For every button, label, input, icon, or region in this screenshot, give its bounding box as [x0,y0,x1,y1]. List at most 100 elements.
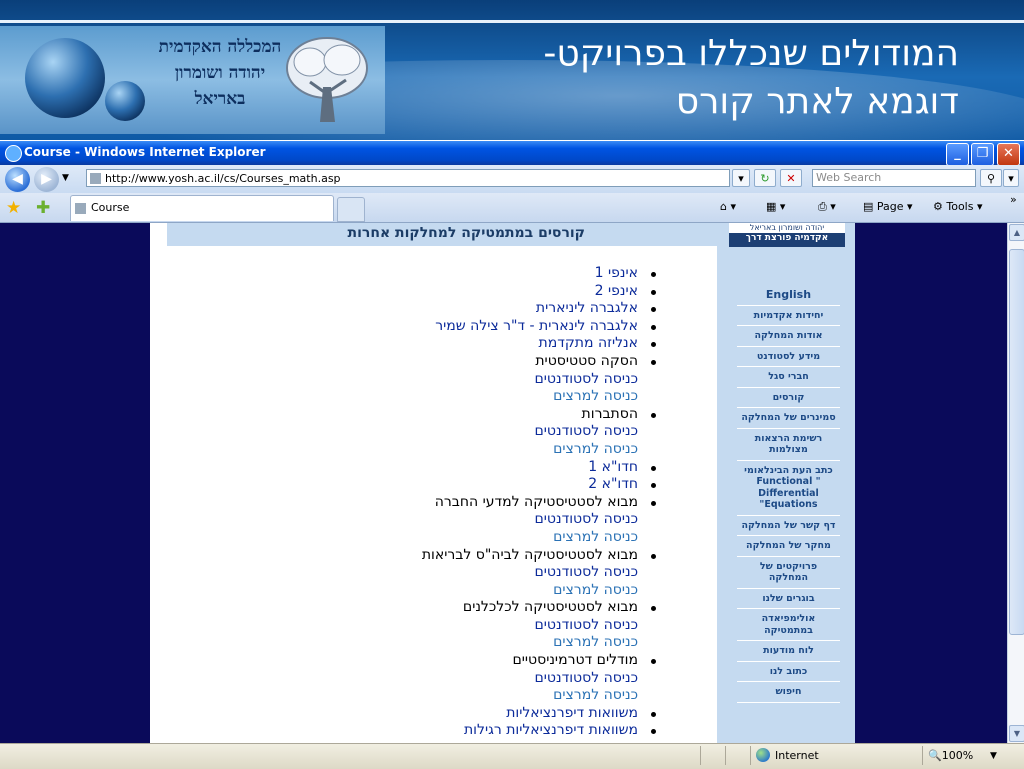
status-divider [750,746,751,765]
header-divider-line [0,20,1024,23]
address-text: http://www.yosh.ac.il/cs/Courses_math.as… [105,172,341,185]
home-icon[interactable]: ⌂ ▾ [720,200,736,213]
sidebar-menu-item[interactable]: סמינרים של המחלקה [737,408,840,429]
address-field[interactable]: http://www.yosh.ac.il/cs/Courses_math.as… [86,169,730,187]
logo-line-3: באריאל [194,89,246,109]
student-entry-link[interactable]: כניסה לסטודנטים [285,670,665,688]
course-item[interactable]: אינפי 1 [285,265,665,283]
sidebar-menu-item[interactable]: אולימפיאדה במתמטיקה [737,609,840,641]
tools-menu-label: Tools [946,200,974,213]
logo-orb-small [105,81,145,121]
toolbar-overflow-chevron[interactable]: » [1010,193,1017,206]
window-titlebar: Course - Windows Internet Explorer _ ❐ ✕ [0,141,1024,166]
course-item[interactable]: אלגברה לינארית - ד"ר צילה שמיר [285,318,665,336]
slide-header: המכללה האקדמית יהודה ושומרון באריאל המוד… [0,0,1024,140]
zoom-dropdown-icon[interactable]: ▼ [990,751,997,761]
status-divider [922,746,923,765]
course-list: אינפי 1 אינפי 2 אלגברה ליניארית אלגברה לינא… [285,265,665,743]
course-item[interactable]: משוואות דיפרנציאליות רגילות [285,722,665,740]
search-options-dropdown[interactable]: ▾ [1003,169,1019,187]
search-icon[interactable]: ⚲ [980,169,1002,187]
web-page: קורסים במתמטיקה למחלקות אחרות אינפי 1 אינ… [150,223,855,743]
forward-button[interactable]: ▶ [34,167,59,192]
stop-icon[interactable]: ✕ [780,169,802,187]
lecturer-entry-link[interactable]: כניסה למרצים [285,388,665,406]
course-item[interactable]: חדו"א 1 [285,459,665,477]
add-favorites-icon[interactable]: ✚ [36,198,50,218]
print-icon[interactable]: ⎙ ▾ [818,200,836,214]
course-item: מבוא לסטטיסטיקה לביה"ס לבריאות [285,547,665,565]
page-icon [90,173,101,184]
lecturer-entry-link[interactable]: כניסה למרצים [285,441,665,459]
course-item[interactable]: משוואות דיפרנציאליות [285,705,665,723]
scroll-thumb[interactable] [1009,249,1024,635]
page-viewport: קורסים במתמטיקה למחלקות אחרות אינפי 1 אינ… [0,223,1007,743]
student-entry-link[interactable]: כניסה לסטודנטים [285,564,665,582]
feeds-icon[interactable]: ▦ ▾ [766,200,785,213]
sidebar-menu-item[interactable]: כתב העת הבינלאומי " Functional Different… [737,461,840,516]
page-menu-label: Page [876,200,904,213]
student-entry-link[interactable]: כניסה לסטודנטים [285,617,665,635]
back-button[interactable]: ◀ [5,167,30,192]
tab-course[interactable]: Course [70,195,334,221]
college-logo: המכללה האקדמית יהודה ושומרון באריאל [0,26,385,134]
sidebar-menu-item[interactable]: רשימת הרצאות מצולמות [737,429,840,461]
sidebar-menu-item[interactable]: בוגרים שלנו [737,589,840,609]
page-menu[interactable]: ▤ Page ▾ [863,200,913,213]
sidebar-menu-item[interactable]: חיפוש [737,682,840,703]
scroll-up-arrow[interactable]: ▲ [1009,224,1024,241]
sidebar-logo: יהודה ושומרון באריאל אקדמיה פורצת דרך [729,223,845,247]
sidebar-menu-item[interactable]: אודות המחלקה [737,326,840,347]
new-tab-button[interactable] [337,197,365,222]
sidebar-menu-item[interactable]: לוח מודעות [737,641,840,662]
zoom-value: 100% [941,749,974,762]
history-dropdown-icon[interactable]: ▼ [62,173,69,183]
sidebar-menu-item[interactable]: פרויקטים של המחלקה [737,557,840,589]
zoom-level[interactable]: 🔍100% [928,749,973,762]
status-divider [700,746,701,765]
maximize-button[interactable]: ❐ [971,143,994,166]
course-item[interactable]: אלגברה ליניארית [285,300,665,318]
site-sidebar: יהודה ושומרון באריאל אקדמיה פורצת דרך En… [717,223,855,743]
lecturer-entry-link[interactable]: כניסה למרצים [285,687,665,705]
gear-icon: ⚙ [933,200,947,213]
address-dropdown-button[interactable]: ▾ [732,169,750,187]
search-input[interactable]: Web Search [812,169,976,187]
sidebar-menu-item[interactable]: English [737,285,840,306]
sidebar-menu-item[interactable]: דף קשר של המחלקה [737,516,840,536]
tools-menu[interactable]: ⚙ Tools ▾ [933,200,983,213]
address-toolbar: ◀ ▶ ▼ http://www.yosh.ac.il/cs/Courses_m… [0,165,1024,193]
page-menu-icon: ▤ [863,200,877,213]
refresh-icon[interactable]: ↻ [754,169,776,187]
sidebar-menu-item[interactable]: מידע לסטודנט [737,347,840,367]
student-entry-link[interactable]: כניסה לסטודנטים [285,371,665,389]
page-header-bar: קורסים במתמטיקה למחלקות אחרות [167,223,717,246]
minimize-button[interactable]: _ [946,143,969,166]
student-entry-link[interactable]: כניסה לסטודנטים [285,511,665,529]
lecturer-entry-link[interactable]: כניסה למרצים [285,582,665,600]
course-item[interactable]: אנליזה מתקדמת [285,335,665,353]
sidebar-menu-item[interactable]: חברי סגל [737,367,840,388]
tab-label: Course [91,201,130,214]
security-zone-label: Internet [775,749,819,762]
course-item[interactable]: חדו"א 2 [285,476,665,494]
slide-title: המודולים שנכללו בפרויקט- דוגמא לאתר קורס [399,30,959,126]
student-entry-link[interactable]: כניסה לסטודנטים [285,423,665,441]
status-divider [725,746,726,765]
sidebar-logo-top: יהודה ושומרון באריאל [729,223,845,233]
lecturer-entry-link[interactable]: כניסה למרצים [285,634,665,652]
sidebar-menu-item[interactable]: מחקר של המחלקה [737,536,840,557]
sidebar-logo-bottom: אקדמיה פורצת דרך [745,233,829,243]
sidebar-menu-item[interactable]: כתוב לנו [737,662,840,682]
slide-title-line-2: דוגמא לאתר קורס [675,81,959,122]
course-item: מבוא לסטטיסטיקה לכלכלנים [285,599,665,617]
lecturer-entry-link[interactable]: כניסה למרצים [285,529,665,547]
sidebar-menu-item[interactable]: יחידות אקדמיות [737,306,840,326]
vertical-scrollbar[interactable]: ▲ ▼ [1007,223,1024,743]
sidebar-menu-item[interactable]: קורסים [737,388,840,408]
close-button[interactable]: ✕ [997,143,1020,166]
favorites-star-icon[interactable]: ★ [6,198,21,218]
course-item[interactable]: אינפי 2 [285,283,665,301]
logo-text: המכללה האקדמית יהודה ושומרון באריאל [150,34,290,112]
scroll-down-arrow[interactable]: ▼ [1009,725,1024,742]
